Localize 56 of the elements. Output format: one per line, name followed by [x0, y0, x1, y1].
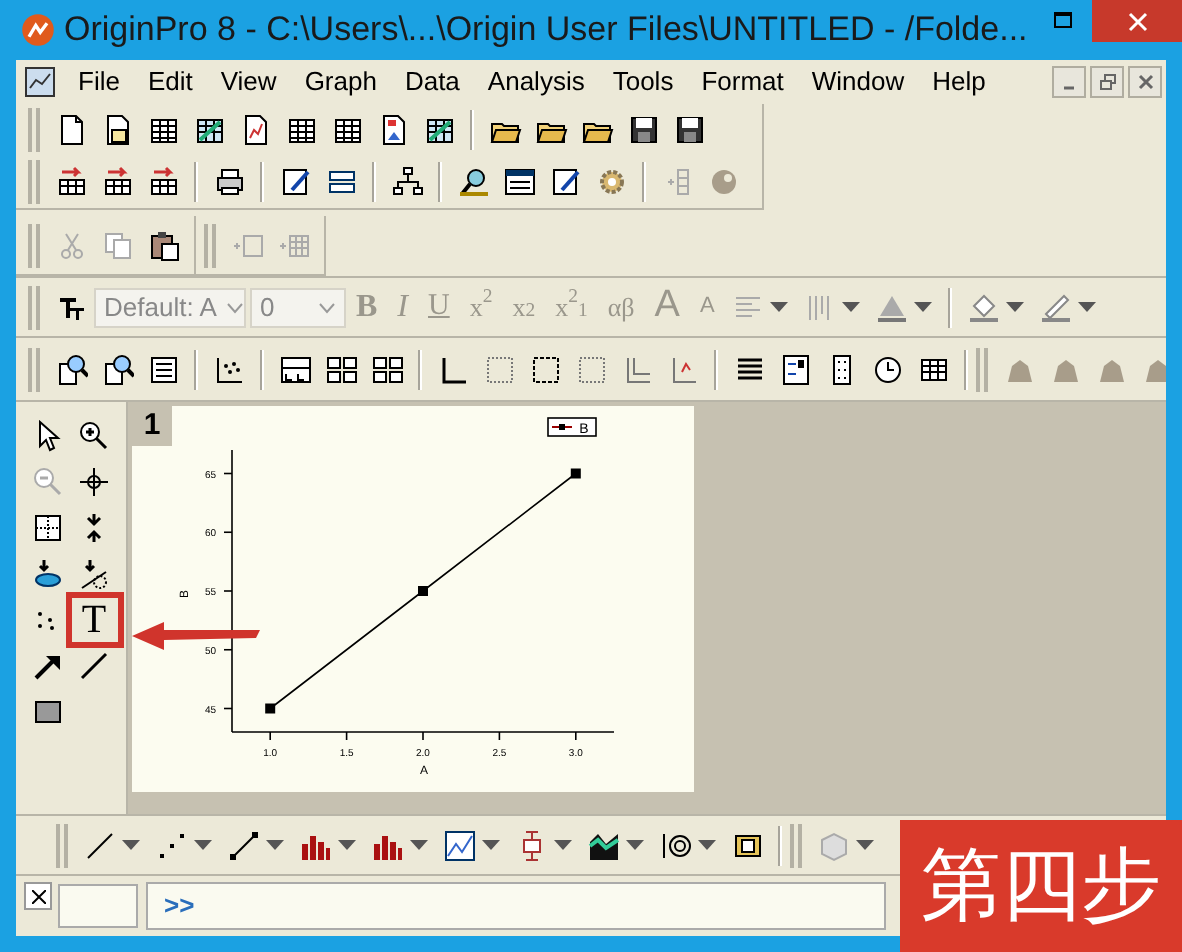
- chevron-down-icon: [226, 301, 244, 313]
- toolbar-grip[interactable]: [28, 160, 40, 204]
- caret-icon[interactable]: [338, 840, 356, 850]
- menu-item[interactable]: Help: [918, 62, 1000, 102]
- close-icon: [1137, 74, 1153, 90]
- menu-item[interactable]: Edit: [133, 62, 207, 102]
- mdi-restore-button[interactable]: [1090, 66, 1124, 98]
- toolbar-grip[interactable]: [28, 108, 40, 152]
- close-icon: [1127, 11, 1147, 31]
- caret-icon[interactable]: [842, 302, 861, 312]
- caret-icon[interactable]: [1006, 302, 1025, 312]
- menu-item[interactable]: View: [206, 62, 291, 102]
- arrow-icon: [128, 620, 264, 652]
- caret-icon[interactable]: [122, 840, 140, 850]
- close-icon: [31, 889, 45, 903]
- menu-item[interactable]: Tools: [598, 62, 688, 102]
- restore-icon: [1099, 74, 1115, 90]
- caret-icon[interactable]: [698, 840, 716, 850]
- close-button[interactable]: [24, 882, 52, 910]
- menu-item[interactable]: Graph: [290, 62, 391, 102]
- menu-item[interactable]: File: [64, 62, 134, 102]
- toolbar-grip[interactable]: [790, 823, 802, 867]
- toolbar-grip[interactable]: [28, 285, 40, 329]
- data-point: [418, 586, 428, 596]
- caret-icon[interactable]: [554, 840, 572, 850]
- step-label: 第四步: [900, 820, 1182, 952]
- chevron-down-icon: [318, 301, 336, 313]
- caret-icon[interactable]: [914, 302, 933, 312]
- command-field[interactable]: >>: [146, 882, 886, 930]
- data-point: [265, 703, 276, 714]
- menu-item[interactable]: Data: [390, 62, 474, 102]
- caret-icon[interactable]: [626, 840, 644, 850]
- menu-item[interactable]: Format: [687, 62, 798, 102]
- caret-icon[interactable]: [194, 840, 212, 850]
- toolbar-grip[interactable]: [28, 223, 40, 267]
- caret-icon[interactable]: [482, 840, 500, 850]
- menu-item[interactable]: Window: [797, 62, 919, 102]
- toolbar-grip[interactable]: [28, 347, 40, 391]
- caret-icon[interactable]: [410, 840, 428, 850]
- toolbar-grip[interactable]: [976, 347, 988, 391]
- input-field[interactable]: [58, 884, 138, 928]
- app-logo-icon: [20, 12, 56, 48]
- caret-icon[interactable]: [856, 840, 874, 850]
- caret-icon[interactable]: [1078, 302, 1097, 312]
- document-icon: [24, 66, 56, 98]
- font-size-select[interactable]: 0: [250, 287, 346, 327]
- toolbar-grip[interactable]: [204, 223, 216, 267]
- toolbar-grip[interactable]: [56, 823, 68, 867]
- window-number: 1: [132, 406, 172, 446]
- data-point: [570, 468, 581, 479]
- window-title: OriginPro 8 - C:\Users\...\Origin User Files\UNTITLED - /Folde...: [64, 8, 1028, 53]
- menu-item[interactable]: Analysis: [473, 62, 599, 102]
- caret-icon[interactable]: [770, 302, 789, 312]
- caret-icon[interactable]: [266, 840, 284, 850]
- mdi-close-button[interactable]: [1128, 66, 1162, 98]
- font-select[interactable]: Default: A: [94, 287, 246, 327]
